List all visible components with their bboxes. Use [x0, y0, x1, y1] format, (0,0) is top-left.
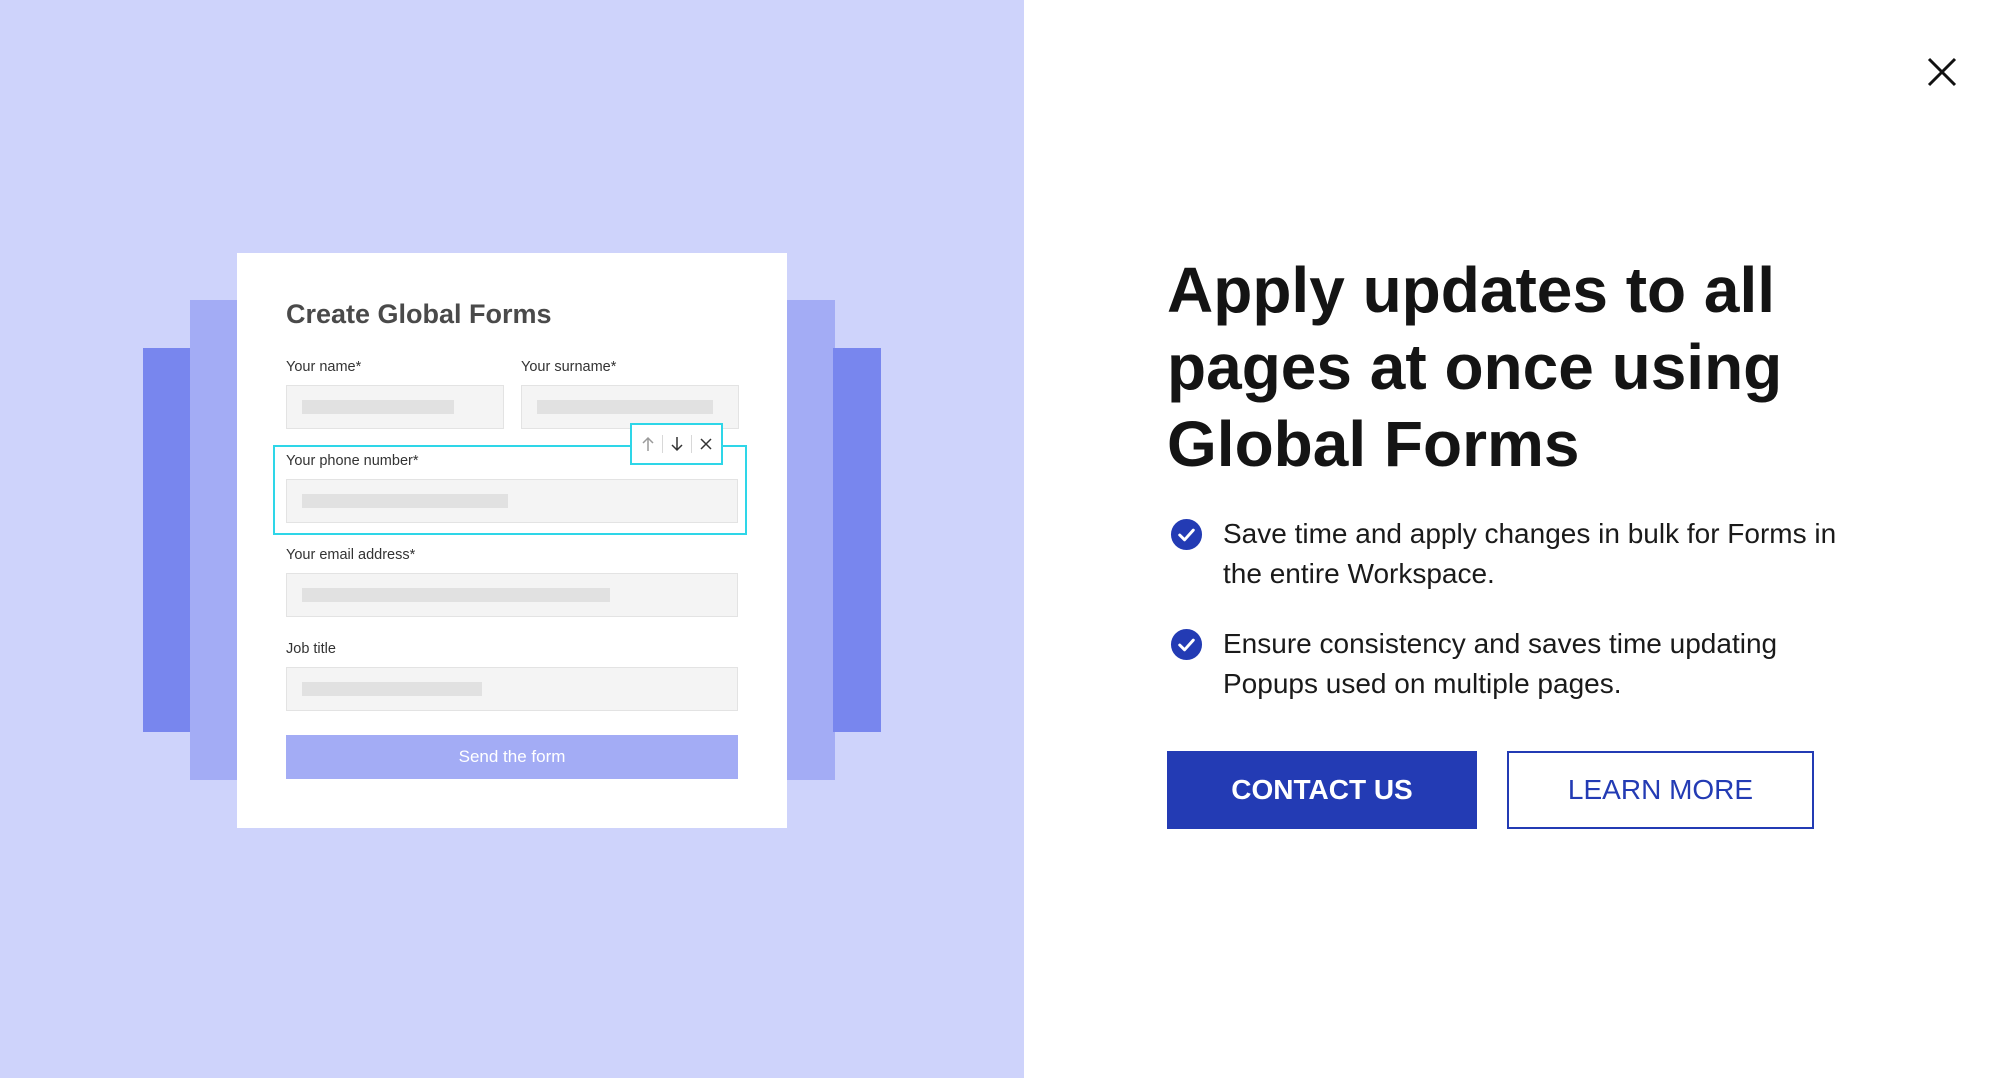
field-toolbar [630, 423, 723, 465]
phone-field-label: Your phone number* [286, 453, 419, 469]
phone-field-preview [286, 479, 738, 523]
stack-layer-inner-left [190, 300, 240, 780]
send-form-button-preview: Send the form [286, 735, 738, 779]
arrow-up-icon [634, 430, 662, 458]
check-circle-icon [1170, 518, 1203, 551]
field-placeholder-bar [537, 400, 713, 414]
stack-layer-outer-left [143, 348, 195, 732]
benefit-text: Ensure consistency and saves time updati… [1223, 628, 1778, 699]
learn-more-button[interactable]: LEARN MORE [1507, 751, 1814, 829]
email-field-label: Your email address* [286, 547, 416, 563]
global-forms-modal: Create Global Forms Your name* Your surn… [0, 0, 1995, 1078]
arrow-down-icon [663, 430, 691, 458]
close-icon [1927, 57, 1957, 87]
field-placeholder-bar [302, 682, 482, 696]
job-field-preview [286, 667, 738, 711]
surname-field-label: Your surname* [521, 359, 617, 375]
check-circle-icon [1170, 628, 1203, 661]
contact-us-button[interactable]: CONTACT US [1167, 751, 1477, 829]
close-button[interactable] [1920, 50, 1964, 94]
field-placeholder-bar [302, 400, 454, 414]
name-field-preview [286, 385, 504, 429]
close-icon [692, 430, 720, 458]
stack-layer-outer-right [833, 348, 881, 732]
benefit-item: Ensure consistency and saves time updati… [1170, 624, 1870, 704]
benefit-text: Save time and apply changes in bulk for … [1223, 518, 1837, 589]
benefit-item: Save time and apply changes in bulk for … [1170, 514, 1870, 594]
form-preview-card: Create Global Forms Your name* Your surn… [237, 253, 787, 828]
email-field-preview [286, 573, 738, 617]
stack-layer-inner-right [785, 300, 835, 780]
illustration-panel: Create Global Forms Your name* Your surn… [0, 0, 1024, 1078]
name-field-label: Your name* [286, 359, 362, 375]
field-placeholder-bar [302, 494, 508, 508]
headline: Apply updates to all pages at once using… [1167, 254, 1783, 480]
job-field-label: Job title [286, 641, 336, 657]
form-preview-title: Create Global Forms [286, 299, 552, 329]
field-placeholder-bar [302, 588, 610, 602]
